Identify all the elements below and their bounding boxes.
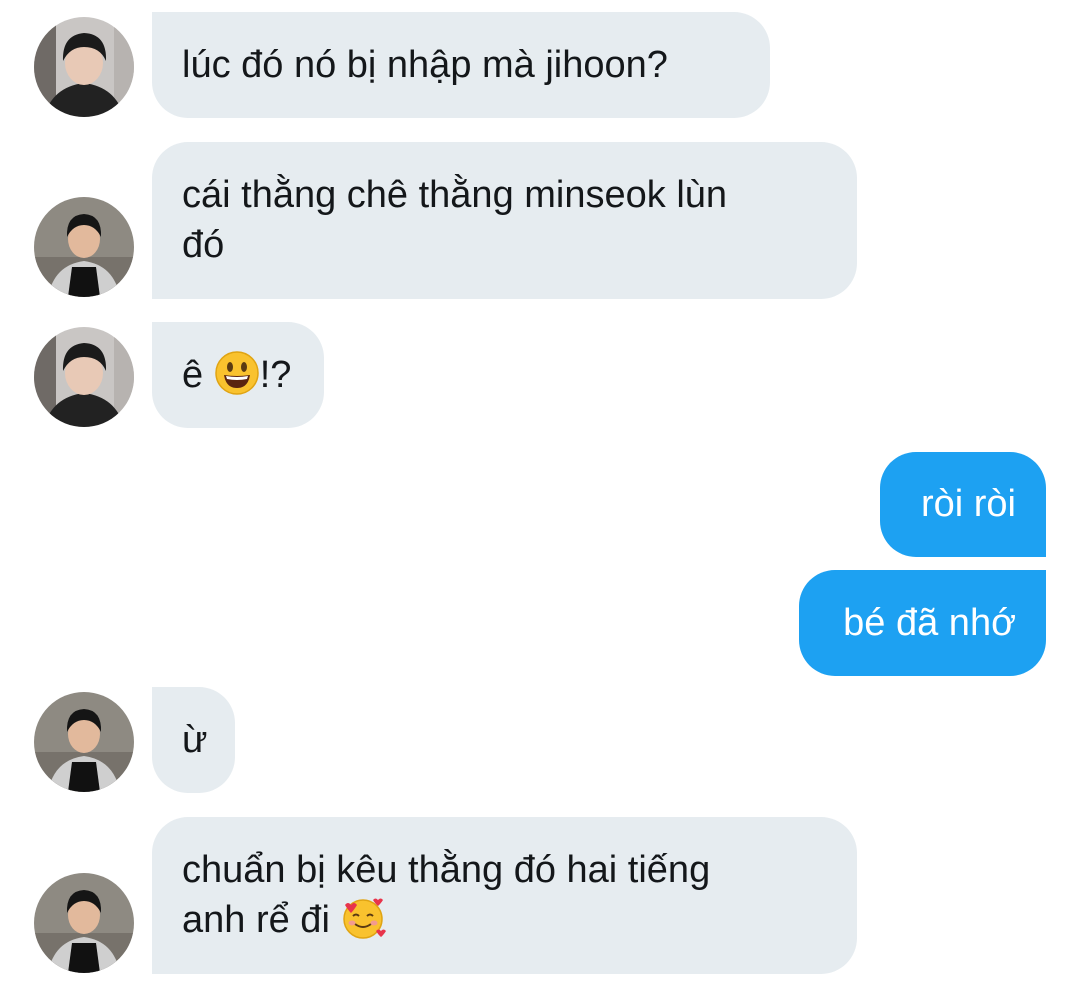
smiling-face-with-hearts-emoji	[340, 895, 386, 941]
grinning-face-emoji	[214, 350, 260, 396]
message-bubble: cái thằng chê thằng minseok lùn đó	[152, 142, 857, 299]
message-bubble: chuẩn bị kêu thằng đó hai tiếng anh rể đ…	[152, 817, 857, 974]
message-text-line: chuẩn bị kêu thằng đó hai tiếng	[182, 849, 711, 891]
avatar-b[interactable]	[34, 692, 134, 792]
message-text: ê	[182, 354, 214, 396]
message-text: !?	[259, 354, 292, 396]
avatar-b[interactable]	[34, 197, 134, 297]
message-text: lúc đó nó bị nhập mà jihoon?	[182, 44, 668, 86]
message-text: bé đã nhớ	[843, 602, 1016, 644]
message-bubble: ừ	[152, 687, 235, 793]
message-text: ròi ròi	[920, 483, 1016, 525]
message-text: ừ	[182, 719, 208, 761]
message-text-line: cái thằng chê thằng minseok lùn	[182, 174, 728, 216]
message-bubble: lúc đó nó bị nhập mà jihoon?	[152, 12, 770, 118]
avatar-b[interactable]	[34, 873, 134, 973]
message-text-line: anh rể đi	[182, 899, 341, 941]
avatar-a[interactable]	[34, 327, 134, 427]
message-text-line: đó	[182, 224, 225, 266]
avatar-a[interactable]	[34, 17, 134, 117]
message-bubble-outgoing: ròi ròi	[880, 452, 1046, 557]
message-bubble-outgoing: bé đã nhớ	[799, 570, 1046, 676]
message-bubble: ê !?	[152, 322, 324, 428]
